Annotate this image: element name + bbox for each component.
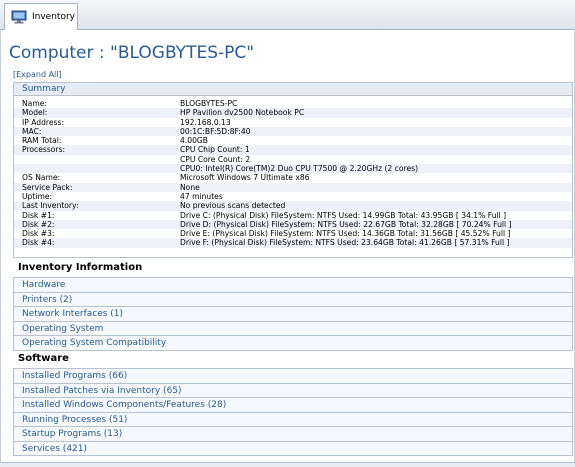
summary-row: IP Address: 192.168.0.13 <box>14 118 572 127</box>
summary-row-value: 4.00GB <box>180 136 209 146</box>
summary-row: CPU Core Count: 2 <box>14 155 572 164</box>
bottom-border <box>0 462 575 467</box>
summary-row-label: IP Address: <box>22 117 65 127</box>
summary-row-label: RAM Total: <box>22 136 62 146</box>
software-list: Installed Programs (66) Installed Patches… <box>13 368 573 456</box>
summary-row: OS Name: Microsoft Windows 7 Ultimate x86 <box>14 173 572 182</box>
summary-row-value: CPU Core Count: 2 <box>180 154 251 164</box>
software-link-item[interactable]: Startup Programs (13) <box>14 427 572 442</box>
inventory-link-item[interactable]: Operating System <box>14 321 572 336</box>
summary-row: Name: BLOGBYTES-PC <box>14 99 572 108</box>
summary-row-label: MAC: <box>22 126 42 136</box>
inventory-link-item[interactable]: Operating System Compatibility <box>14 336 572 351</box>
summary-row-label <box>22 164 180 173</box>
inventory-section-title: Inventory Information <box>18 262 143 273</box>
summary-row: Last Inventory: No previous scans detecte… <box>14 201 572 211</box>
summary-row-value: CPU Chip Count: 1 <box>180 145 250 155</box>
summary-header[interactable]: Summary <box>14 83 572 96</box>
summary-rows: Name: BLOGBYTES-PC Model: HP Pavilion dv250… <box>14 96 572 248</box>
summary-row-label: Disk #2: <box>22 219 55 229</box>
summary-row-value: Drive D: (Physical Disk) FileSystem: NTF… <box>180 219 512 229</box>
summary-panel: Summary Name: BLOGBYTES-PC Model: HP Pavili… <box>13 82 573 258</box>
summary-row-value: No previous scans detected <box>180 201 286 211</box>
software-link-item[interactable]: Installed Patches via Inventory (65) <box>14 383 572 398</box>
summary-row-value: 47 minutes <box>180 191 223 201</box>
summary-row-label: Disk #1: <box>22 210 55 220</box>
summary-row-label: Service Pack: <box>22 182 73 192</box>
page-title: Computer : "BLOGBYTES-PC" <box>9 43 255 63</box>
computer-monitor-icon <box>11 10 27 24</box>
summary-row-label <box>22 155 180 164</box>
tab-bar: Inventory <box>0 0 575 30</box>
software-link-item[interactable]: Services (421) <box>14 441 572 456</box>
summary-row: CPU0: Intel(R) Core(TM)2 Duo CPU T7500 @… <box>14 164 572 174</box>
summary-row: Disk #2: Drive D: (Physical Disk) FileSys… <box>14 219 572 230</box>
software-link-item[interactable]: Running Processes (51) <box>14 412 572 427</box>
summary-row-value: Drive F: (Physical Disk) FileSystem: NTF… <box>180 238 510 248</box>
summary-row: Service Pack: None <box>14 182 572 192</box>
inventory-link-item[interactable]: Hardware <box>14 278 572 293</box>
summary-row: Disk #1: Drive C: (Physical Disk) FileSys… <box>14 211 572 220</box>
inventory-link-item[interactable]: Network Interfaces (1) <box>14 307 572 322</box>
summary-row-label: Processors: <box>22 145 66 155</box>
summary-row-label: Uptime: <box>22 191 53 201</box>
summary-row-value: Drive C: (Physical Disk) FileSystem: NTF… <box>180 210 507 220</box>
summary-row: Disk #4: Drive F: (Physical Disk) FileSys… <box>14 238 572 248</box>
summary-row-label: Model: <box>22 108 48 118</box>
inventory-list: Hardware Printers (2) Network Interfaces (… <box>13 277 573 351</box>
summary-row-value: 00:1C:BF:5D:8F:40 <box>180 126 251 136</box>
summary-row-label: Disk #3: <box>22 229 55 239</box>
main-content: Computer : "BLOGBYTES-PC" [Expand All] S… <box>0 30 575 467</box>
summary-row-value: BLOGBYTES-PC <box>180 99 238 108</box>
summary-row: MAC: 00:1C:BF:5D:8F:40 <box>14 126 572 137</box>
summary-row-value: Microsoft Windows 7 Ultimate x86 <box>180 173 310 183</box>
summary-row-label: Last Inventory: <box>22 201 79 211</box>
tab-label: Inventory <box>32 12 75 22</box>
inventory-link-item[interactable]: Printers (2) <box>14 292 572 307</box>
expand-all-link[interactable]: [Expand All] <box>13 70 62 79</box>
summary-row-value: None <box>180 182 200 192</box>
tab-inventory[interactable]: Inventory <box>4 3 78 30</box>
software-section-title: Software <box>18 353 69 364</box>
software-link-item[interactable]: Installed Windows Components/Features (2… <box>14 398 572 413</box>
summary-row-value: 192.168.0.13 <box>180 117 231 127</box>
software-link-item[interactable]: Installed Programs (66) <box>14 369 572 384</box>
summary-row-label: Name: <box>22 99 47 108</box>
summary-row-label: OS Name: <box>22 173 61 183</box>
summary-row-value: HP Pavilion dv2500 Notebook PC <box>180 108 305 118</box>
summary-row: RAM Total: 4.00GB <box>14 136 572 145</box>
summary-row-value: Drive E: (Physical Disk) FileSystem: NTF… <box>180 229 511 239</box>
summary-row-value: CPU0: Intel(R) Core(TM)2 Duo CPU T7500 @… <box>180 164 419 174</box>
summary-row: Model: HP Pavilion dv2500 Notebook PC <box>14 108 572 118</box>
summary-row: Disk #3: Drive E: (Physical Disk) FileSys… <box>14 229 572 238</box>
summary-row-label: Disk #4: <box>22 238 55 248</box>
summary-row: Processors: CPU Chip Count: 1 <box>14 145 572 155</box>
summary-row: Uptime: 47 minutes <box>14 192 572 201</box>
